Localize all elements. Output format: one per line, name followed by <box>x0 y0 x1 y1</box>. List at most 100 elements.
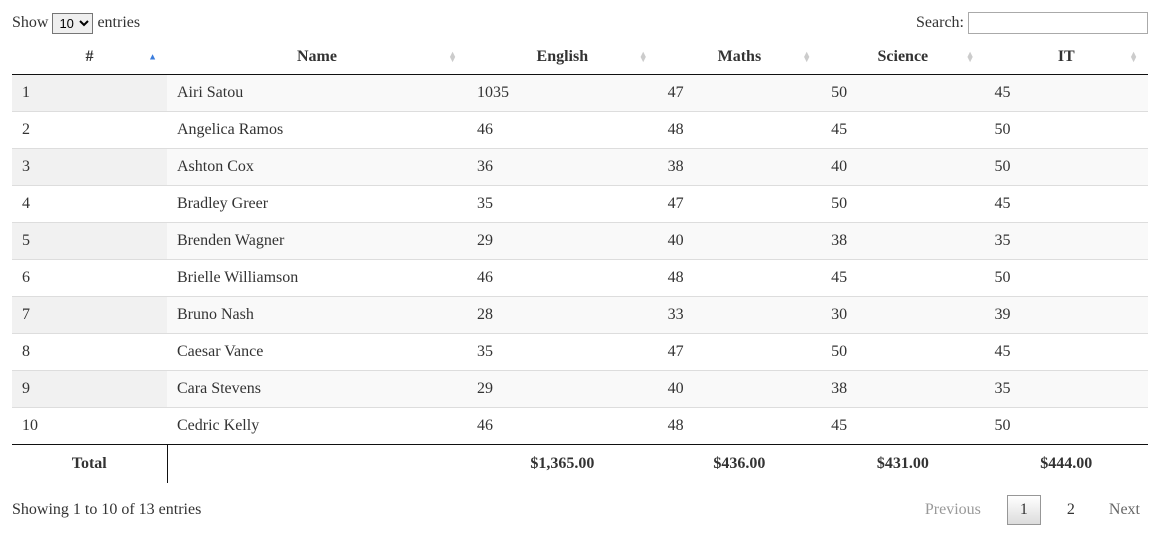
cell-idx: 2 <box>12 112 167 149</box>
cell-maths: 48 <box>658 260 821 297</box>
cell-it: 35 <box>985 223 1148 260</box>
cell-maths: 38 <box>658 149 821 186</box>
page-next[interactable]: Next <box>1101 497 1148 523</box>
cell-english: 46 <box>467 112 658 149</box>
cell-name: Bruno Nash <box>167 297 467 334</box>
page-1[interactable]: 1 <box>1007 495 1041 525</box>
col-header-science[interactable]: Science ▲▼ <box>821 40 984 75</box>
cell-maths: 40 <box>658 371 821 408</box>
cell-idx: 6 <box>12 260 167 297</box>
cell-maths: 48 <box>658 112 821 149</box>
cell-name: Bradley Greer <box>167 186 467 223</box>
col-header-maths[interactable]: Maths ▲▼ <box>658 40 821 75</box>
search-input[interactable] <box>968 12 1148 34</box>
col-header-english[interactable]: English ▲▼ <box>467 40 658 75</box>
length-menu: Show 10 entries <box>12 13 140 34</box>
cell-name: Angelica Ramos <box>167 112 467 149</box>
cell-maths: 47 <box>658 75 821 112</box>
table-row: 9Cara Stevens29403835 <box>12 371 1148 408</box>
table-row: 1Airi Satou1035475045 <box>12 75 1148 112</box>
cell-name: Cedric Kelly <box>167 408 467 445</box>
cell-it: 35 <box>985 371 1148 408</box>
cell-science: 50 <box>821 75 984 112</box>
cell-science: 38 <box>821 223 984 260</box>
cell-english: 1035 <box>467 75 658 112</box>
table-row: 2Angelica Ramos46484550 <box>12 112 1148 149</box>
cell-idx: 7 <box>12 297 167 334</box>
footer-science: $431.00 <box>821 445 984 484</box>
footer-divider <box>167 445 467 484</box>
cell-science: 50 <box>821 334 984 371</box>
cell-maths: 48 <box>658 408 821 445</box>
cell-name: Cara Stevens <box>167 371 467 408</box>
cell-it: 39 <box>985 297 1148 334</box>
cell-idx: 1 <box>12 75 167 112</box>
cell-science: 40 <box>821 149 984 186</box>
cell-it: 45 <box>985 75 1148 112</box>
footer-total-label: Total <box>12 445 167 484</box>
footer-it: $444.00 <box>985 445 1148 484</box>
cell-it: 50 <box>985 408 1148 445</box>
sort-asc-icon: ▲ <box>148 55 157 60</box>
cell-science: 38 <box>821 371 984 408</box>
cell-name: Brenden Wagner <box>167 223 467 260</box>
page-2[interactable]: 2 <box>1059 497 1083 523</box>
cell-name: Airi Satou <box>167 75 467 112</box>
cell-it: 45 <box>985 334 1148 371</box>
cell-english: 29 <box>467 223 658 260</box>
table-row: 3Ashton Cox36384050 <box>12 149 1148 186</box>
sort-both-icon: ▲▼ <box>639 52 648 62</box>
table-row: 4Bradley Greer35475045 <box>12 186 1148 223</box>
sort-both-icon: ▲▼ <box>1129 52 1138 62</box>
cell-science: 45 <box>821 260 984 297</box>
cell-maths: 47 <box>658 334 821 371</box>
table-row: 6Brielle Williamson46484550 <box>12 260 1148 297</box>
cell-it: 50 <box>985 112 1148 149</box>
sort-both-icon: ▲▼ <box>802 52 811 62</box>
cell-idx: 10 <box>12 408 167 445</box>
search-label: Search: <box>916 14 964 32</box>
cell-science: 30 <box>821 297 984 334</box>
table-info: Showing 1 to 10 of 13 entries <box>12 501 201 519</box>
col-header-name[interactable]: Name ▲▼ <box>167 40 467 75</box>
table-row: 8Caesar Vance35475045 <box>12 334 1148 371</box>
col-header-maths-label: Maths <box>718 48 762 65</box>
table-row: 5Brenden Wagner29403835 <box>12 223 1148 260</box>
col-header-science-label: Science <box>878 48 929 65</box>
cell-name: Brielle Williamson <box>167 260 467 297</box>
table-row: 10Cedric Kelly46484550 <box>12 408 1148 445</box>
cell-english: 29 <box>467 371 658 408</box>
length-pre-label: Show <box>12 14 48 32</box>
length-select[interactable]: 10 <box>52 13 93 34</box>
col-header-it-label: IT <box>1058 48 1075 65</box>
search-control: Search: <box>916 12 1148 34</box>
col-header-it[interactable]: IT ▲▼ <box>985 40 1148 75</box>
sort-both-icon: ▲▼ <box>448 52 457 62</box>
cell-english: 46 <box>467 408 658 445</box>
cell-idx: 8 <box>12 334 167 371</box>
table-row: 7Bruno Nash28333039 <box>12 297 1148 334</box>
cell-name: Caesar Vance <box>167 334 467 371</box>
footer-maths: $436.00 <box>658 445 821 484</box>
col-header-english-label: English <box>537 48 589 65</box>
cell-maths: 33 <box>658 297 821 334</box>
cell-science: 50 <box>821 186 984 223</box>
cell-english: 46 <box>467 260 658 297</box>
cell-idx: 4 <box>12 186 167 223</box>
cell-english: 35 <box>467 334 658 371</box>
length-post-label: entries <box>97 14 140 32</box>
cell-english: 35 <box>467 186 658 223</box>
cell-it: 50 <box>985 149 1148 186</box>
page-previous[interactable]: Previous <box>917 497 989 523</box>
cell-science: 45 <box>821 112 984 149</box>
cell-maths: 47 <box>658 186 821 223</box>
col-header-name-label: Name <box>297 48 337 65</box>
cell-name: Ashton Cox <box>167 149 467 186</box>
cell-idx: 5 <box>12 223 167 260</box>
cell-it: 45 <box>985 186 1148 223</box>
pagination: Previous 1 2 Next <box>917 495 1148 525</box>
cell-english: 36 <box>467 149 658 186</box>
col-header-index[interactable]: # ▲ <box>12 40 167 75</box>
cell-it: 50 <box>985 260 1148 297</box>
sort-both-icon: ▲▼ <box>966 52 975 62</box>
